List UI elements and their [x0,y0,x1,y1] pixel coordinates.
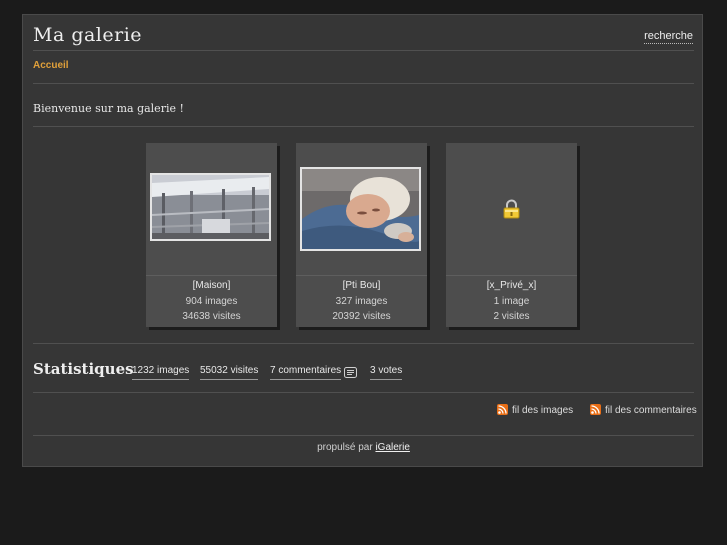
house-construction-thumbnail[interactable] [150,173,271,241]
album-name[interactable]: [x_Privé_x] [446,278,577,294]
rss-icon [590,404,601,415]
stat-votes-link[interactable]: 3 votes [370,365,403,380]
gallery-page: Ma galerie recherche Accueil Bienvenue s… [22,14,703,467]
album-card-prive[interactable]: [x_Privé_x] 1 image 2 visites [446,143,577,327]
album-thumbnail-area [146,143,277,276]
album-thumbnail-area [446,143,577,276]
baby-photo-thumbnail[interactable] [300,167,421,251]
album-name[interactable]: [Maison] [146,278,277,294]
comment-icon [344,365,357,383]
album-image-count: 327 images [335,296,388,307]
divider [33,126,694,127]
welcome-message: Bienvenue sur ma galerie ! [33,102,184,115]
rss-comments-label: fil des commentaires [605,405,697,416]
divider [33,83,694,84]
divider [33,50,694,51]
rss-icon [497,404,508,415]
album-visit-count: 2 visites [493,311,530,322]
statistics-title: Statistiques [33,360,134,378]
album-image-count: 1 image [493,296,530,307]
powered-by-text: propulsé par [317,442,373,453]
album-visit-count: 34638 visites [182,311,241,322]
page-title: Ma galerie [33,24,143,46]
album-thumbnail-area [296,143,427,276]
stat-comments-link[interactable]: 7 commentaires [270,365,342,380]
stat-visits-link[interactable]: 55032 visites [200,365,259,380]
rss-comments-feed-link[interactable]: fil des commentaires [590,404,697,416]
album-name[interactable]: [Pti Bou] [296,278,427,294]
album-card-maison[interactable]: [Maison] 904 images 34638 visites [146,143,277,327]
album-visit-count: 20392 visites [332,311,391,322]
lock-icon[interactable] [503,199,520,224]
rss-images-label: fil des images [512,405,574,416]
divider [33,343,694,344]
divider [33,435,694,436]
rss-images-feed-link[interactable]: fil des images [497,404,573,416]
igalerie-link[interactable]: iGalerie [375,442,409,453]
divider [33,392,694,393]
search-link[interactable]: recherche [644,30,693,44]
footer: propulsé par iGalerie [23,442,704,453]
breadcrumb-home-link[interactable]: Accueil [33,60,69,71]
album-image-count: 904 images [185,296,238,307]
album-card-pti-bou[interactable]: [Pti Bou] 327 images 20392 visites [296,143,427,327]
stat-images-link[interactable]: 1232 images [132,365,190,380]
